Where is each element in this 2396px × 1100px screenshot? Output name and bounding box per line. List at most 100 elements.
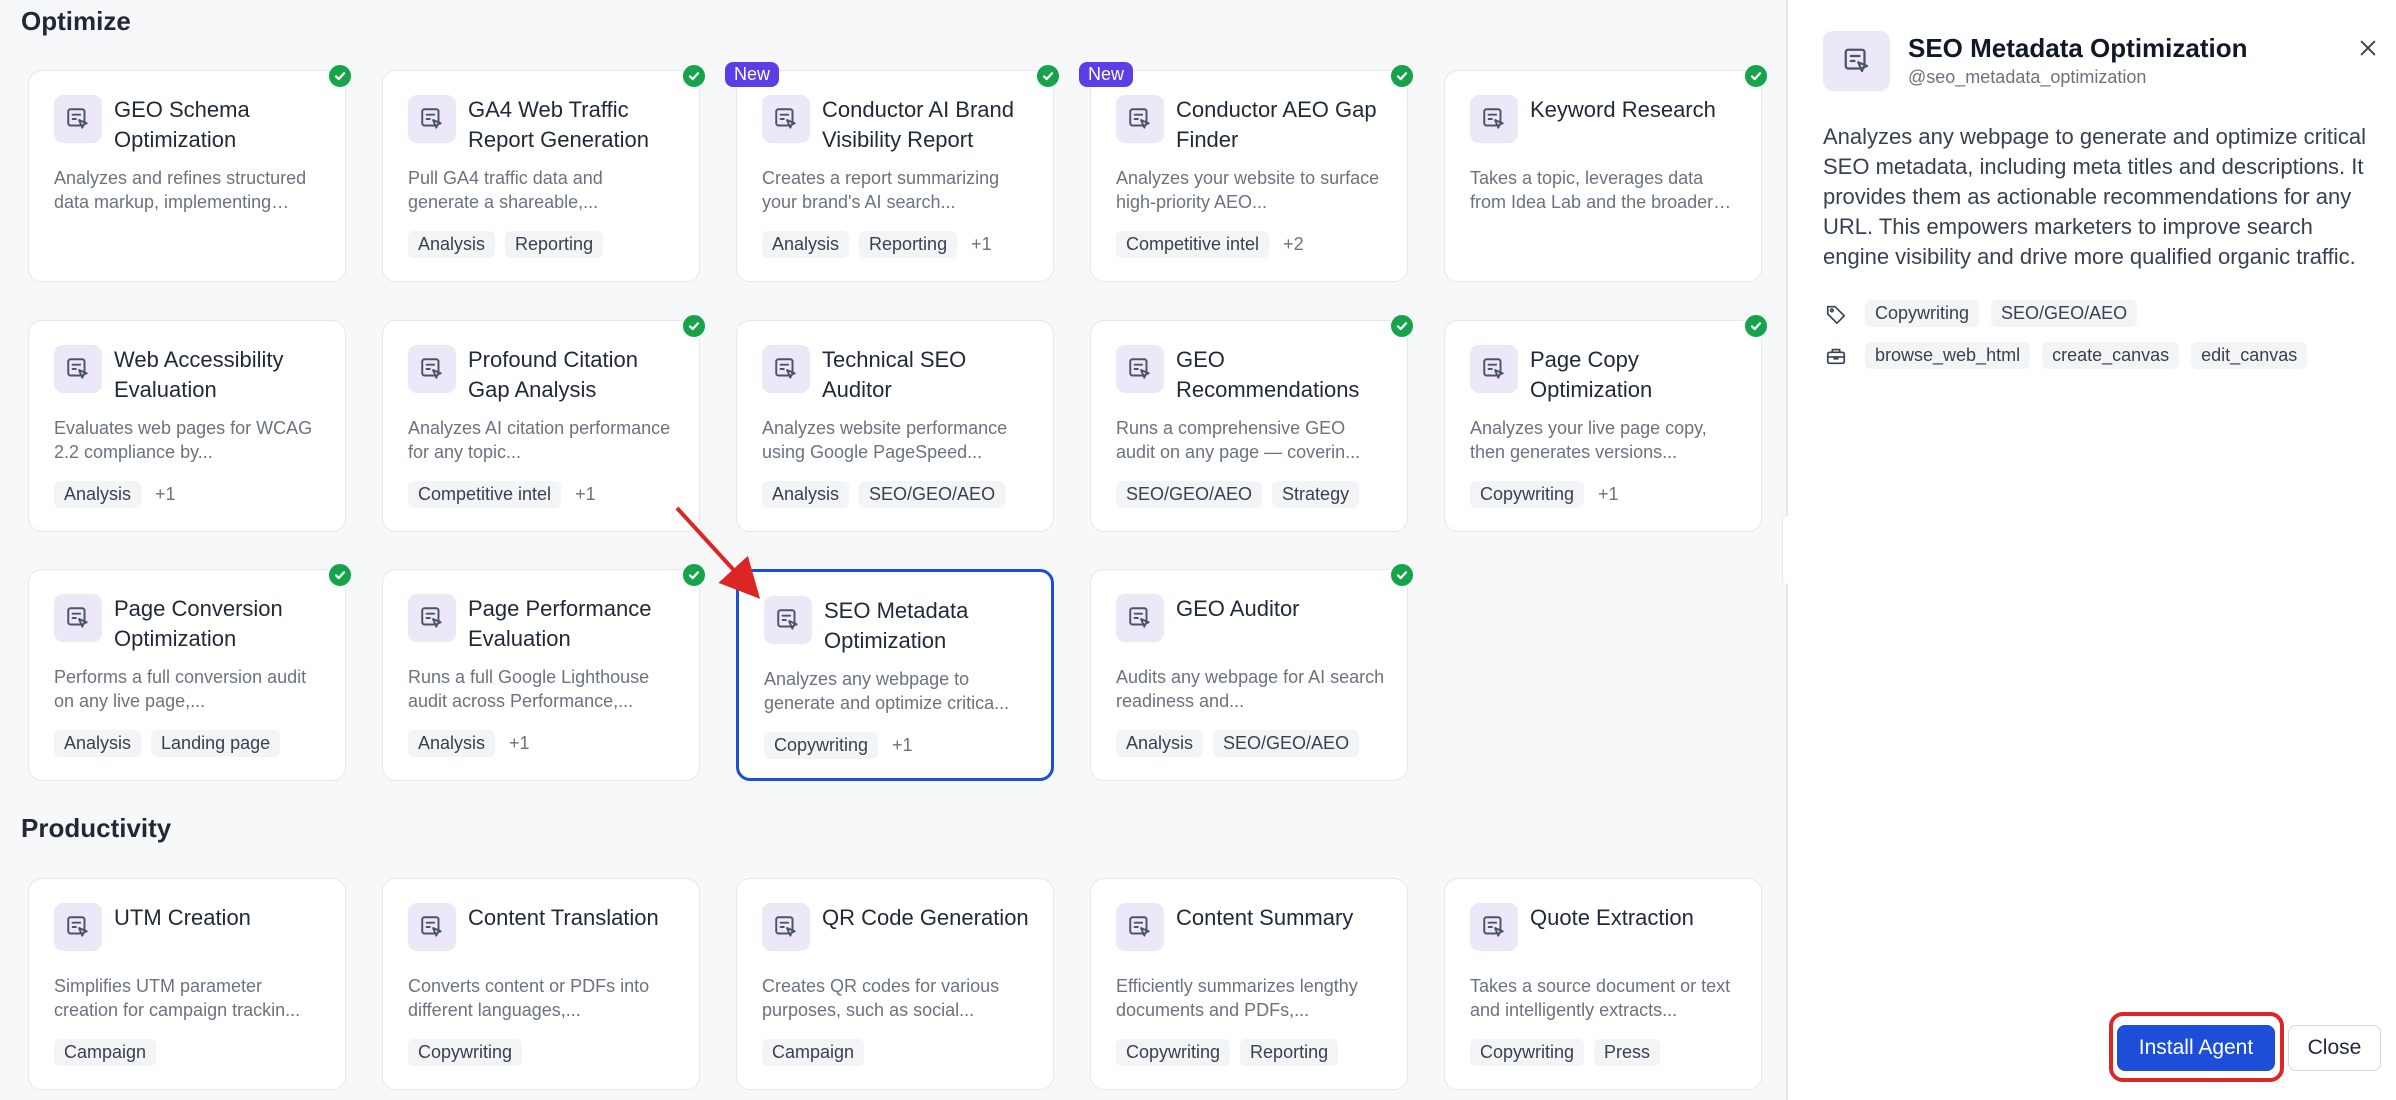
agent-icon [1116, 903, 1164, 951]
card-description: Analyzes any webpage to generate and opt… [764, 669, 1010, 713]
card-title: Keyword Research [1530, 97, 1716, 122]
agent-card[interactable]: UTM Creation Simplifies UTM parameter cre… [28, 878, 346, 1090]
agent-card[interactable]: QR Code Generation Creates QR codes for v… [736, 878, 1054, 1090]
install-agent-button[interactable]: Install Agent [2117, 1025, 2275, 1071]
card-tag: Copywriting [764, 732, 879, 759]
panel-tools-row: browse_web_html create_canvas edit_canva… [1823, 342, 2308, 369]
tag-icon [1823, 301, 1849, 327]
card-title: Profound Citation Gap Analysis [468, 347, 638, 402]
installed-check-icon [681, 562, 707, 588]
card-title: SEO Metadata Optimization [824, 598, 969, 653]
close-button[interactable]: Close [2288, 1025, 2381, 1071]
card-tags: Analysis +1 [54, 481, 180, 508]
card-tags: Campaign [54, 1039, 157, 1066]
agent-card[interactable]: Technical SEO Auditor Analyzes website pe… [736, 320, 1054, 532]
card-description: Efficiently summarizes lengthy documents… [1116, 976, 1358, 1020]
installed-check-icon [1743, 63, 1769, 89]
agent-detail-panel: SEO Metadata Optimization @seo_metadata_… [1788, 0, 2396, 1100]
card-tag: Reporting [1240, 1039, 1339, 1066]
card-tag: Analysis [762, 481, 850, 508]
agent-card[interactable]: Page Conversion Optimization Performs a f… [28, 562, 353, 781]
agent-card[interactable]: Content Translation Converts content or P… [382, 878, 700, 1090]
agent-card[interactable]: Profound Citation Gap Analysis Analyzes A… [382, 313, 707, 532]
card-description: Converts content or PDFs into different … [408, 976, 650, 1020]
card-tag: Competitive intel [1116, 231, 1270, 258]
card-tag: Campaign [762, 1039, 865, 1066]
card-tag: Strategy [1272, 481, 1360, 508]
card-tag: Copywriting [1470, 481, 1585, 508]
card-tags: Competitive intel +2 [1116, 231, 1308, 258]
agent-card[interactable]: SEO Metadata Optimization Analyzes any we… [736, 569, 1054, 781]
card-description: Runs a full Google Lighthouse audit acro… [408, 667, 650, 711]
agent-icon [1116, 594, 1164, 642]
agent-card[interactable]: GA4 Web Traffic Report Generation Pull GA… [382, 63, 707, 282]
card-tag: SEO/GEO/AEO [859, 481, 1006, 508]
agent-card[interactable]: Conductor AEO Gap Finder Analyzes your we… [1079, 62, 1415, 282]
card-description: Creates QR codes for various purposes, s… [762, 976, 1000, 1020]
card-tags: Analysis +1 [408, 730, 534, 757]
agent-card[interactable]: Conductor AI Brand Visibility Report Crea… [725, 62, 1061, 282]
agent-card[interactable]: Web Accessibility Evaluation Evaluates we… [28, 320, 346, 532]
agent-card[interactable]: GEO Auditor Audits any webpage for AI sea… [1090, 562, 1415, 781]
installed-check-icon [1743, 313, 1769, 339]
more-tags-count: +1 [892, 735, 913, 755]
close-icon[interactable] [2354, 34, 2382, 62]
agent-icon [54, 345, 102, 393]
panel-tool: browse_web_html [1865, 342, 2031, 369]
card-tag: Analysis [408, 231, 496, 258]
agent-card[interactable]: Page Copy Optimization Analyzes your live… [1444, 313, 1769, 532]
card-title: GA4 Web Traffic Report Generation [468, 97, 649, 152]
agent-card[interactable]: Page Performance Evaluation Runs a full G… [382, 562, 707, 781]
card-tag: Analysis [54, 481, 142, 508]
card-description: Creates a report summarizing your brand'… [762, 168, 1000, 212]
card-tag: Landing page [151, 730, 281, 757]
card-description: Analyzes your live page copy, then gener… [1470, 418, 1707, 462]
panel-description: Analyzes any webpage to generate and opt… [1823, 124, 2366, 269]
card-title: Quote Extraction [1530, 905, 1694, 930]
agent-card[interactable]: GEO Schema Optimization Analyzes and refi… [28, 63, 353, 282]
card-tag: Reporting [505, 231, 604, 258]
card-tag: SEO/GEO/AEO [1213, 730, 1360, 757]
more-tags-count: +1 [1598, 484, 1619, 504]
card-tag: Competitive intel [408, 481, 562, 508]
more-tags-count: +1 [155, 484, 176, 504]
card-title: Page Performance Evaluation [468, 596, 652, 651]
agent-catalog: Optimize GEO Schema Optimization Analyzes… [0, 0, 1786, 1100]
card-title: QR Code Generation [822, 905, 1029, 930]
card-tag: Analysis [1116, 730, 1204, 757]
agent-icon [762, 95, 810, 143]
card-tags: Competitive intel +1 [408, 481, 600, 508]
card-tags: Copywriting +1 [1470, 481, 1623, 508]
card-title: Page Copy Optimization [1530, 347, 1653, 402]
card-tag: Copywriting [1470, 1039, 1585, 1066]
section-title-productivity: Productivity [21, 813, 172, 843]
installed-check-icon [1035, 63, 1061, 89]
card-tag: Analysis [54, 730, 142, 757]
card-description: Analyzes website performance using Googl… [762, 418, 1008, 462]
card-tag: Copywriting [408, 1039, 523, 1066]
panel-tool: edit_canvas [2191, 342, 2308, 369]
agent-card[interactable]: Quote Extraction Takes a source document … [1444, 878, 1762, 1090]
installed-check-icon [1389, 313, 1415, 339]
section-title-optimize: Optimize [21, 6, 131, 36]
agent-icon [1470, 95, 1518, 143]
card-tags: Copywriting [408, 1039, 523, 1066]
card-description: Takes a source document or text and inte… [1470, 976, 1731, 1020]
card-title: Content Translation [468, 905, 659, 930]
card-title: GEO Recommendations [1176, 347, 1360, 402]
card-title: Technical SEO Auditor [822, 347, 967, 402]
card-title: UTM Creation [114, 905, 251, 930]
agent-icon [54, 903, 102, 951]
agent-card[interactable]: Keyword Research Takes a topic, leverages… [1444, 63, 1769, 282]
installed-check-icon [681, 313, 707, 339]
panel-tags-row: Copywriting SEO/GEO/AEO [1823, 300, 2138, 327]
new-badge: New [725, 62, 780, 87]
card-tags: Campaign [762, 1039, 865, 1066]
installed-check-icon [1389, 562, 1415, 588]
card-tags: Analysis SEO/GEO/AEO [762, 481, 1006, 508]
agent-card[interactable]: GEO Recommendations Runs a comprehensive … [1090, 313, 1415, 532]
agent-card[interactable]: Content Summary Efficiently summarizes le… [1090, 878, 1408, 1090]
agent-icon [1823, 31, 1890, 91]
card-tags: Copywriting Press [1470, 1039, 1661, 1066]
agent-icon [762, 345, 810, 393]
